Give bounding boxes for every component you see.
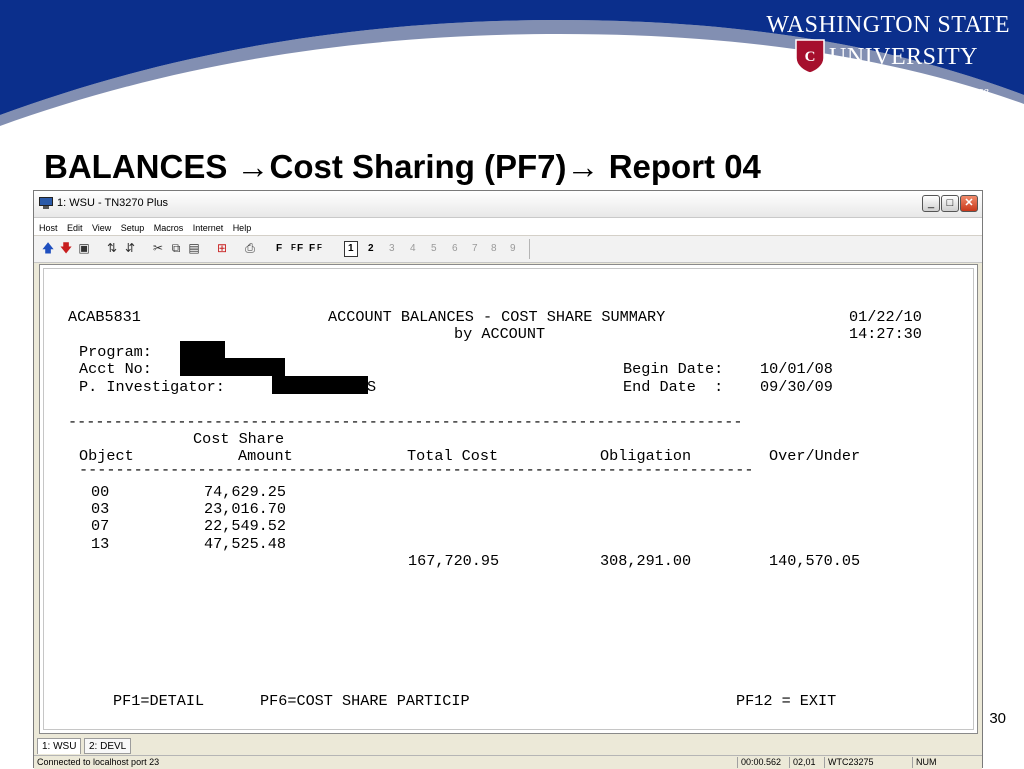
menu-host[interactable]: Host	[39, 223, 58, 233]
row-object-13: 13	[91, 535, 110, 553]
pf1-key[interactable]: PF1=DETAIL	[113, 693, 204, 709]
status-bar: Connected to localhost port 23 00:00.562…	[34, 755, 982, 769]
pi-trailing: S	[367, 378, 377, 396]
session-tabs: 1: WSU 2: DEVL	[34, 737, 982, 755]
status-num-lock: NUM	[912, 757, 937, 768]
session-tab-devl[interactable]: 2: DEVL	[84, 738, 132, 754]
status-terminal-id: WTC23275	[824, 757, 874, 768]
font-button-4[interactable]: F	[309, 243, 315, 254]
terminal-screen[interactable]: ACAB5831 ACCOUNT BALANCES - COST SHARE S…	[39, 264, 978, 734]
pf6-key[interactable]: PF6=COST SHARE PARTICIP	[260, 693, 470, 709]
toolbar-separator	[529, 239, 530, 259]
menu-view[interactable]: View	[92, 223, 111, 233]
window-titlebar[interactable]: 1: WSU - TN3270 Plus _ □ ✕	[34, 191, 982, 218]
font-button-1[interactable]: F	[276, 243, 282, 254]
slide-title: BALANCES →Cost Sharing (PF7)→ Report 04	[44, 148, 761, 185]
logo-tagline: World Class. Face to Face.	[850, 83, 992, 98]
end-date-label: End Date :	[623, 378, 724, 396]
print-icon[interactable]: ⎙	[243, 241, 257, 255]
row-amount-07: 22,549.52	[204, 517, 287, 535]
report-subtitle: by ACCOUNT	[454, 325, 546, 343]
send-file-icon[interactable]: ⇅	[105, 241, 119, 255]
font-button-2[interactable]: F	[291, 243, 296, 252]
minimize-button[interactable]: _	[922, 195, 940, 212]
receive-file-icon[interactable]: ⇵	[123, 241, 137, 255]
arrow-down-icon[interactable]: 🡇	[59, 241, 73, 255]
row-amount-00: 74,629.25	[204, 483, 287, 501]
session-button-5[interactable]: 5	[431, 243, 437, 254]
begin-date-label: Begin Date:	[623, 360, 724, 378]
pi-redaction	[272, 376, 368, 394]
session-button-8[interactable]: 8	[491, 243, 497, 254]
acct-redaction	[180, 358, 285, 376]
end-date-value: 09/30/09	[760, 378, 833, 396]
menu-setup[interactable]: Setup	[121, 223, 145, 233]
row-object-07: 07	[91, 517, 110, 535]
session-button-9[interactable]: 9	[510, 243, 516, 254]
logo-line-1: WASHINGTON STATE	[766, 12, 1010, 38]
row-object-03: 03	[91, 500, 110, 518]
header-over-under: Over/Under	[769, 447, 861, 465]
copy-icon[interactable]: ⧉	[169, 241, 183, 255]
session-button-2[interactable]: 2	[368, 243, 374, 254]
wsu-logo: WASHINGTON STATE C UNIVERSITY World Clas…	[766, 8, 1010, 103]
menu-help[interactable]: Help	[233, 223, 252, 233]
logo-line-2: UNIVERSITY	[829, 44, 978, 70]
tn3270-window: 1: WSU - TN3270 Plus _ □ ✕ Host Edit Vie…	[33, 190, 983, 769]
font-button-3[interactable]: F	[297, 243, 303, 254]
row-amount-03: 23,016.70	[204, 500, 287, 518]
maximize-button[interactable]: □	[941, 195, 959, 212]
pi-label: P. Investigator:	[79, 378, 225, 396]
row-amount-13: 47,525.48	[204, 535, 287, 553]
session-button-1[interactable]: 1	[344, 241, 358, 257]
obligation-value: 308,291.00	[600, 552, 692, 570]
menu-macros[interactable]: Macros	[154, 223, 184, 233]
separator-top: ----------------------------------------…	[68, 413, 743, 431]
save-icon[interactable]: ▣	[77, 241, 91, 255]
menu-bar: Host Edit View Setup Macros Internet Hel…	[34, 218, 982, 236]
connection-status: Connected to localhost port 23	[37, 757, 160, 767]
separator-header: ----------------------------------------…	[79, 461, 754, 479]
program-redaction	[180, 341, 225, 359]
header-cost-share: Cost Share	[193, 430, 285, 448]
cougar-seal-icon: C	[795, 39, 825, 74]
report-title: ACCOUNT BALANCES - COST SHARE SUMMARY	[328, 308, 666, 326]
report-time: 14:27:30	[849, 325, 922, 343]
menu-edit[interactable]: Edit	[67, 223, 83, 233]
settings-icon[interactable]: ⊞	[215, 241, 229, 255]
acct-label: Acct No:	[79, 360, 152, 378]
row-object-00: 00	[91, 483, 110, 501]
slide-page-number: 30	[989, 710, 1006, 727]
svg-text:C: C	[805, 49, 816, 65]
font-button-5[interactable]: F	[317, 243, 322, 252]
total-cost-value: 167,720.95	[408, 552, 500, 570]
arrow-up-icon[interactable]: 🡅	[41, 241, 55, 255]
menu-internet[interactable]: Internet	[193, 223, 224, 233]
session-button-7[interactable]: 7	[472, 243, 478, 254]
paste-icon[interactable]: ▤	[187, 241, 201, 255]
session-button-4[interactable]: 4	[410, 243, 416, 254]
session-tab-wsu[interactable]: 1: WSU	[37, 738, 82, 754]
status-cursor: 02,01	[789, 757, 816, 768]
over-under-value: 140,570.05	[769, 552, 861, 570]
cut-icon[interactable]: ✂	[151, 241, 165, 255]
close-button[interactable]: ✕	[960, 195, 978, 212]
toolbar: 🡅 🡇 ▣ ⇅ ⇵ ✂ ⧉ ▤ ⊞ ⎙ F F F F F 1 2 3 4 5 …	[34, 236, 982, 263]
terminal-app-icon	[39, 197, 53, 209]
status-timer: 00:00.562	[737, 757, 781, 768]
session-button-6[interactable]: 6	[452, 243, 458, 254]
session-button-3[interactable]: 3	[389, 243, 395, 254]
window-title: 1: WSU - TN3270 Plus	[57, 197, 169, 209]
program-label: Program:	[79, 343, 152, 361]
pf12-key[interactable]: PF12 = EXIT	[736, 693, 836, 709]
begin-date-value: 10/01/08	[760, 360, 833, 378]
report-date: 01/22/10	[849, 308, 922, 326]
screen-id: ACAB5831	[68, 308, 141, 326]
